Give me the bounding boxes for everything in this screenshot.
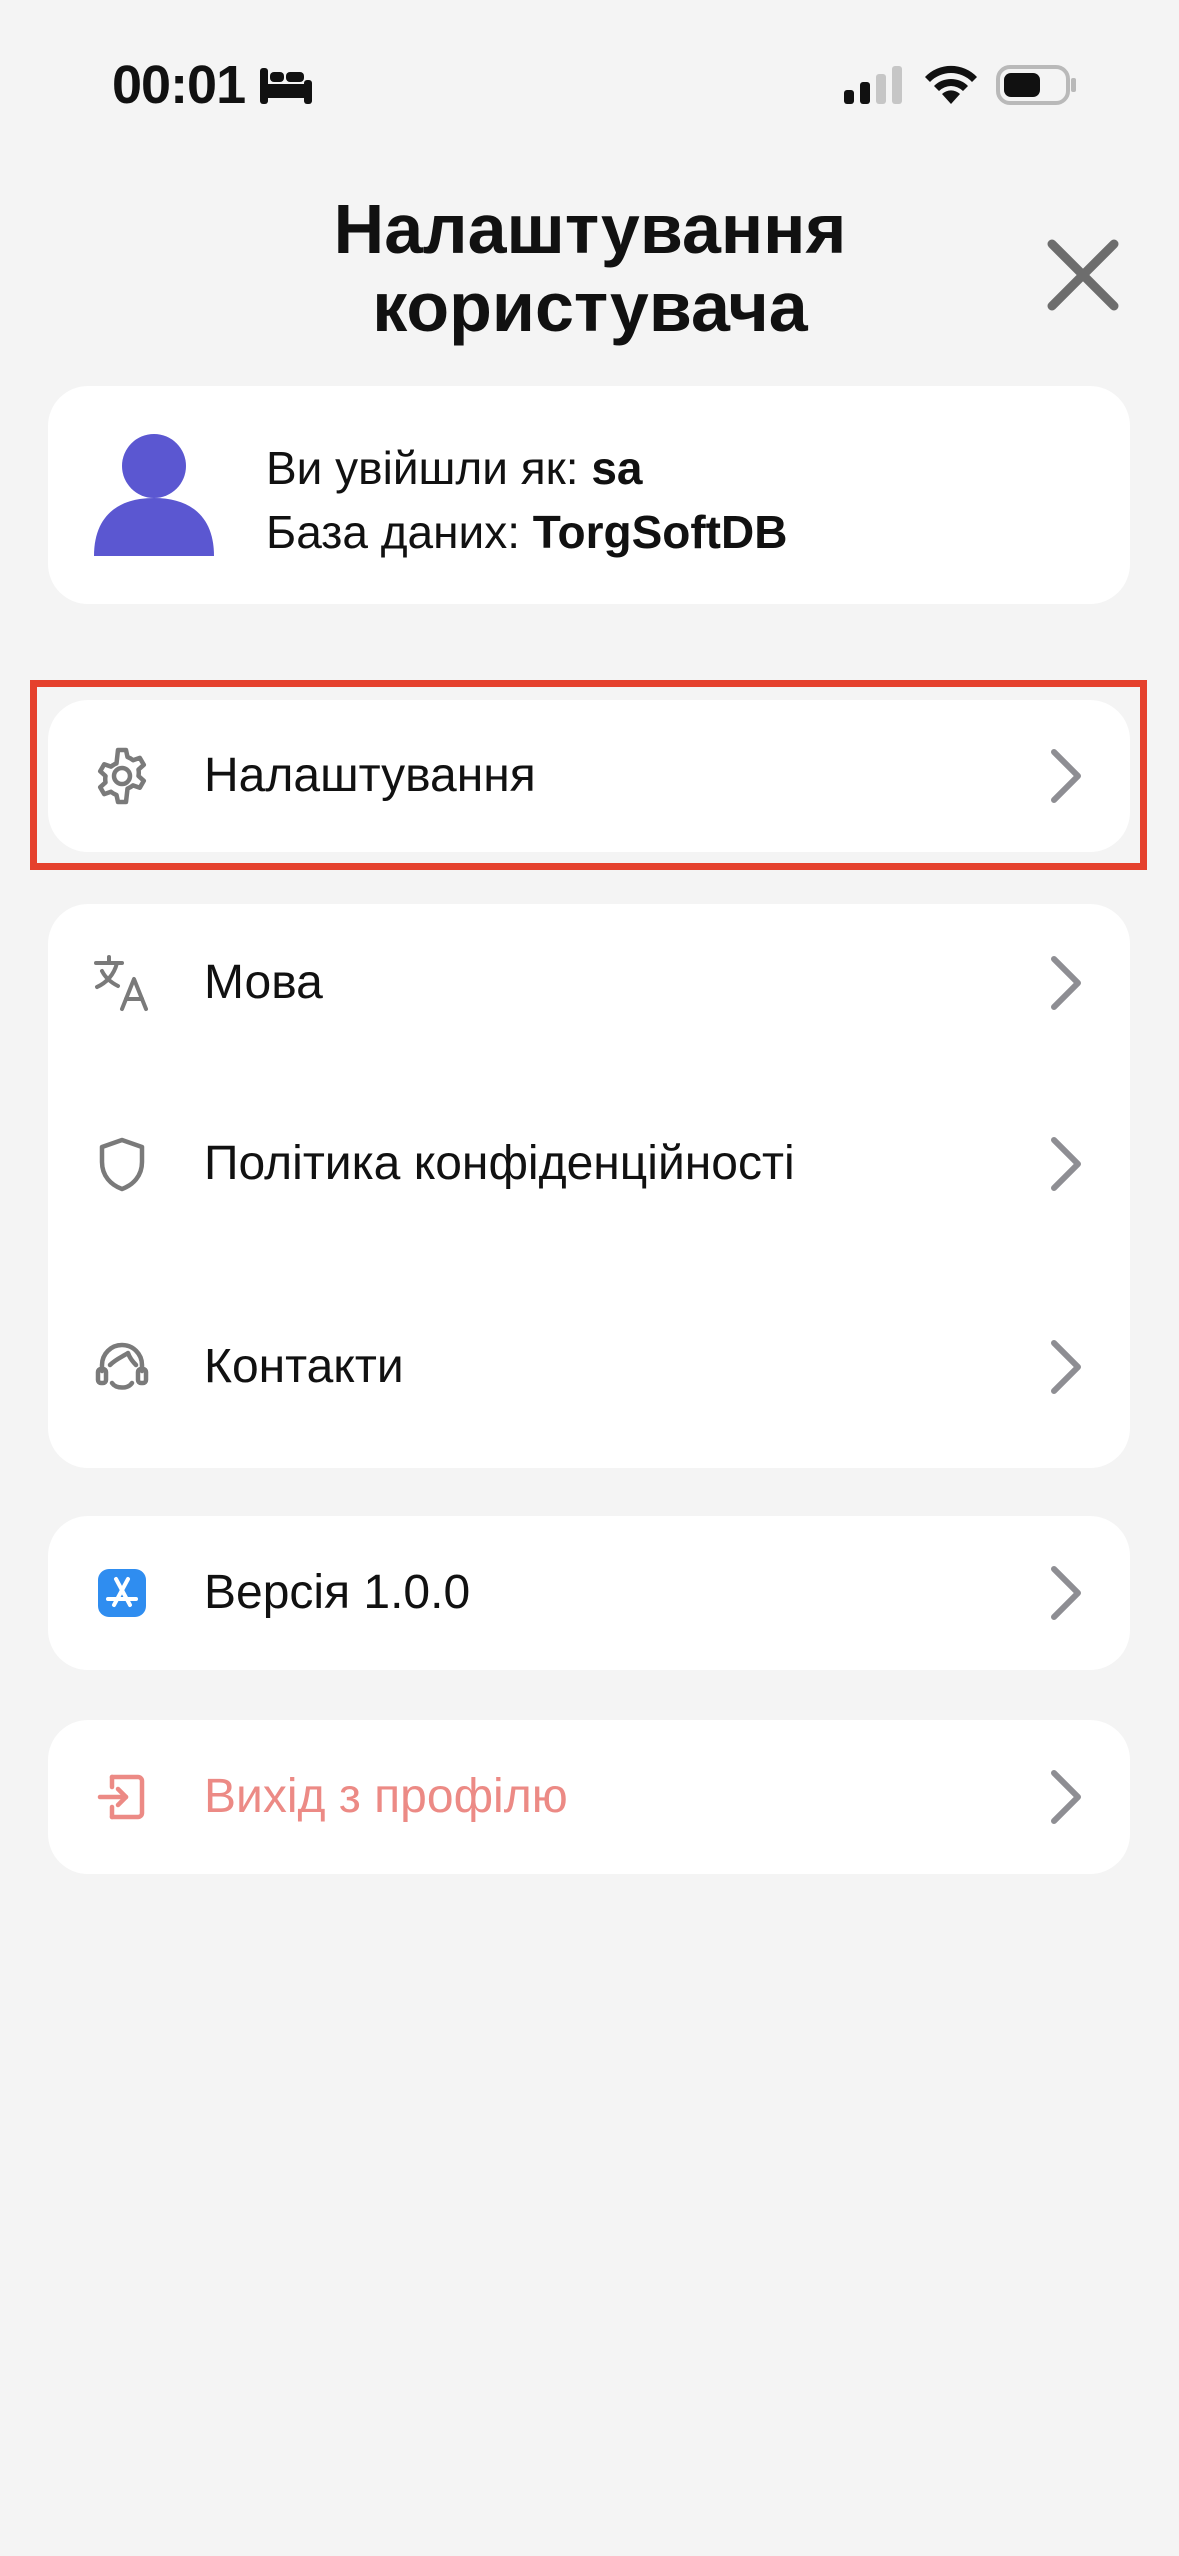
version-card: Версія 1.0.0: [48, 1516, 1130, 1670]
menu-item-logout[interactable]: Вихід з профілю: [48, 1732, 1130, 1862]
wifi-icon: [925, 65, 977, 104]
headset-icon: [95, 1342, 149, 1390]
cellular-signal-icon: [844, 66, 902, 104]
logout-card: Вихід з профілю: [48, 1720, 1130, 1874]
menu-item-language[interactable]: Мова: [48, 918, 1130, 1048]
menu-item-contacts-label: Контакти: [204, 1340, 404, 1393]
database-label: База даних:: [266, 506, 533, 558]
chevron-right-icon: [1051, 1770, 1081, 1824]
app-store-icon: [98, 1569, 146, 1617]
page-title-line1: Налаштування: [333, 190, 847, 268]
bed-icon: [260, 68, 312, 104]
shield-icon: [99, 1137, 145, 1192]
gear-icon: [97, 747, 147, 805]
page-title-line2: користувача: [372, 268, 808, 346]
close-icon: [1047, 239, 1119, 311]
menu-item-version[interactable]: Версія 1.0.0: [48, 1528, 1130, 1658]
translate-icon: [94, 955, 148, 1011]
status-time: 00:01: [112, 55, 246, 115]
chevron-right-icon: [1051, 749, 1081, 803]
chevron-right-icon: [1051, 1566, 1081, 1620]
menu-item-settings-label: Налаштування: [204, 749, 536, 802]
database-line: База даних: TorgSoftDB: [266, 500, 787, 564]
battery-icon: [996, 65, 1076, 105]
user-info-text: Ви увійшли як: sa База даних: TorgSoftDB: [266, 436, 787, 564]
close-button[interactable]: [1040, 232, 1126, 318]
status-bar: 00:01: [0, 0, 1179, 170]
menu-item-version-label: Версія 1.0.0: [204, 1566, 471, 1619]
page-title: Налаштування користувача: [200, 190, 980, 346]
menu-item-settings[interactable]: Налаштування: [48, 711, 1130, 841]
settings-card: Налаштування: [48, 700, 1130, 852]
menu-item-language-label: Мова: [204, 956, 323, 1009]
user-info-card: Ви увійшли як: sa База даних: TorgSoftDB: [48, 386, 1130, 604]
chevron-right-icon: [1051, 1137, 1081, 1191]
menu-item-logout-label: Вихід з профілю: [204, 1770, 568, 1823]
logged-in-line: Ви увійшли як: sa: [266, 436, 787, 500]
logged-in-label: Ви увійшли як:: [266, 442, 592, 494]
menu-group-card: Мова Політика конфіденційності Контакти: [48, 904, 1130, 1468]
menu-item-privacy[interactable]: Політика конфіденційності: [48, 1099, 1130, 1229]
logout-icon: [97, 1774, 145, 1820]
logged-in-user: sa: [591, 442, 643, 494]
menu-item-privacy-label: Політика конфіденційності: [204, 1137, 795, 1190]
chevron-right-icon: [1051, 956, 1081, 1010]
avatar: [94, 434, 214, 556]
menu-item-contacts[interactable]: Контакти: [48, 1302, 1130, 1432]
database-name: TorgSoftDB: [532, 506, 788, 558]
chevron-right-icon: [1051, 1340, 1081, 1394]
